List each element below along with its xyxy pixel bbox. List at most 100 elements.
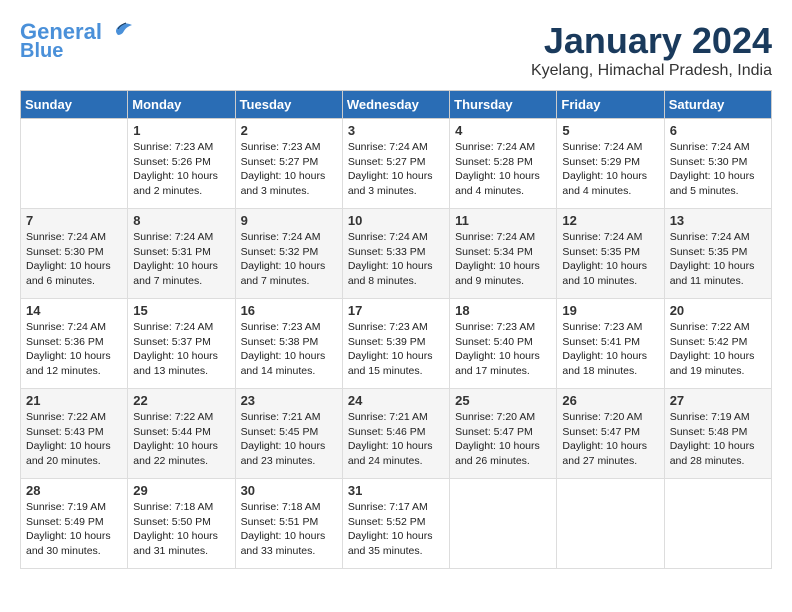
day-number: 10 [348,213,444,228]
day-header-thursday: Thursday [450,91,557,119]
day-info: Sunrise: 7:18 AMSunset: 5:51 PMDaylight:… [241,500,337,559]
calendar-cell: 29 Sunrise: 7:18 AMSunset: 5:50 PMDayligh… [128,479,235,569]
day-number: 6 [670,123,766,138]
calendar-cell: 30 Sunrise: 7:18 AMSunset: 5:51 PMDayligh… [235,479,342,569]
calendar-cell: 6 Sunrise: 7:24 AMSunset: 5:30 PMDaylight… [664,119,771,209]
day-number: 18 [455,303,551,318]
day-number: 29 [133,483,229,498]
page-header: General Blue January 2024 Kyelang, Himac… [20,20,772,80]
day-info: Sunrise: 7:19 AMSunset: 5:48 PMDaylight:… [670,410,766,469]
month-title: January 2024 [531,20,772,62]
calendar-cell: 22Sunrise: 7:22 AMSunset: 5:44 PMDayligh… [128,389,235,479]
day-info: Sunrise: 7:24 AMSunset: 5:35 PMDaylight:… [562,230,658,289]
day-info: Sunrise: 7:23 AMSunset: 5:26 PMDaylight:… [133,140,229,199]
day-number: 2 [241,123,337,138]
day-number: 21 [26,393,122,408]
day-info: Sunrise: 7:24 AMSunset: 5:32 PMDaylight:… [241,230,337,289]
day-header-tuesday: Tuesday [235,91,342,119]
day-info: Sunrise: 7:24 AMSunset: 5:33 PMDaylight:… [348,230,444,289]
day-number: 8 [133,213,229,228]
day-number: 17 [348,303,444,318]
day-number: 28 [26,483,122,498]
day-number: 27 [670,393,766,408]
week-row-1: 1Sunrise: 7:23 AMSunset: 5:26 PMDaylight… [21,119,772,209]
calendar-cell [450,479,557,569]
day-info: Sunrise: 7:20 AMSunset: 5:47 PMDaylight:… [455,410,551,469]
day-info: Sunrise: 7:24 AMSunset: 5:36 PMDaylight:… [26,320,122,379]
day-info: Sunrise: 7:24 AMSunset: 5:31 PMDaylight:… [133,230,229,289]
calendar-cell: 17 Sunrise: 7:23 AMSunset: 5:39 PMDayligh… [342,299,449,389]
day-info: Sunrise: 7:23 AMSunset: 5:41 PMDaylight:… [562,320,658,379]
day-number: 14 [26,303,122,318]
calendar-cell: 24Sunrise: 7:21 AMSunset: 5:46 PMDayligh… [342,389,449,479]
day-info: Sunrise: 7:24 AMSunset: 5:34 PMDaylight:… [455,230,551,289]
day-info: Sunrise: 7:23 AMSunset: 5:40 PMDaylight:… [455,320,551,379]
day-info: Sunrise: 7:20 AMSunset: 5:47 PMDaylight:… [562,410,658,469]
day-number: 26 [562,393,658,408]
calendar-cell: 1Sunrise: 7:23 AMSunset: 5:26 PMDaylight… [128,119,235,209]
logo-bird-icon [104,21,132,43]
calendar-cell: 26 Sunrise: 7:20 AMSunset: 5:47 PMDayligh… [557,389,664,479]
calendar-cell: 11 Sunrise: 7:24 AMSunset: 5:34 PMDayligh… [450,209,557,299]
calendar-header: SundayMondayTuesdayWednesdayThursdayFrid… [21,91,772,119]
day-info: Sunrise: 7:23 AMSunset: 5:27 PMDaylight:… [241,140,337,199]
calendar-cell: 16Sunrise: 7:23 AMSunset: 5:38 PMDayligh… [235,299,342,389]
day-info: Sunrise: 7:22 AMSunset: 5:42 PMDaylight:… [670,320,766,379]
location: Kyelang, Himachal Pradesh, India [531,62,772,80]
day-number: 11 [455,213,551,228]
calendar-cell: 31Sunrise: 7:17 AMSunset: 5:52 PMDayligh… [342,479,449,569]
day-info: Sunrise: 7:22 AMSunset: 5:43 PMDaylight:… [26,410,122,469]
calendar-cell: 14 Sunrise: 7:24 AMSunset: 5:36 PMDayligh… [21,299,128,389]
week-row-5: 28Sunrise: 7:19 AMSunset: 5:49 PMDayligh… [21,479,772,569]
day-header-monday: Monday [128,91,235,119]
day-info: Sunrise: 7:24 AMSunset: 5:35 PMDaylight:… [670,230,766,289]
calendar-cell: 5 Sunrise: 7:24 AMSunset: 5:29 PMDaylight… [557,119,664,209]
day-info: Sunrise: 7:24 AMSunset: 5:30 PMDaylight:… [26,230,122,289]
calendar-cell: 27 Sunrise: 7:19 AMSunset: 5:48 PMDayligh… [664,389,771,479]
day-number: 12 [562,213,658,228]
calendar-cell: 4Sunrise: 7:24 AMSunset: 5:28 PMDaylight… [450,119,557,209]
week-row-3: 14 Sunrise: 7:24 AMSunset: 5:36 PMDayligh… [21,299,772,389]
calendar-cell: 10 Sunrise: 7:24 AMSunset: 5:33 PMDayligh… [342,209,449,299]
day-number: 9 [241,213,337,228]
calendar-cell: 13 Sunrise: 7:24 AMSunset: 5:35 PMDayligh… [664,209,771,299]
calendar-cell: 8 Sunrise: 7:24 AMSunset: 5:31 PMDaylight… [128,209,235,299]
calendar-cell: 20 Sunrise: 7:22 AMSunset: 5:42 PMDayligh… [664,299,771,389]
day-number: 13 [670,213,766,228]
calendar-cell [664,479,771,569]
calendar-cell: 7 Sunrise: 7:24 AMSunset: 5:30 PMDaylight… [21,209,128,299]
day-info: Sunrise: 7:24 AMSunset: 5:29 PMDaylight:… [562,140,658,199]
day-number: 30 [241,483,337,498]
day-number: 7 [26,213,122,228]
day-info: Sunrise: 7:24 AMSunset: 5:37 PMDaylight:… [133,320,229,379]
calendar-cell: 23Sunrise: 7:21 AMSunset: 5:45 PMDayligh… [235,389,342,479]
week-row-4: 21 Sunrise: 7:22 AMSunset: 5:43 PMDayligh… [21,389,772,479]
day-number: 19 [562,303,658,318]
calendar-cell: 9 Sunrise: 7:24 AMSunset: 5:32 PMDaylight… [235,209,342,299]
day-info: Sunrise: 7:18 AMSunset: 5:50 PMDaylight:… [133,500,229,559]
day-header-saturday: Saturday [664,91,771,119]
calendar-cell: 18 Sunrise: 7:23 AMSunset: 5:40 PMDayligh… [450,299,557,389]
calendar-table: SundayMondayTuesdayWednesdayThursdayFrid… [20,90,772,569]
day-number: 23 [241,393,337,408]
day-number: 5 [562,123,658,138]
calendar-cell: 3Sunrise: 7:24 AMSunset: 5:27 PMDaylight… [342,119,449,209]
calendar-cell: 15Sunrise: 7:24 AMSunset: 5:37 PMDayligh… [128,299,235,389]
calendar-cell: 28Sunrise: 7:19 AMSunset: 5:49 PMDayligh… [21,479,128,569]
day-header-wednesday: Wednesday [342,91,449,119]
calendar-cell: 19 Sunrise: 7:23 AMSunset: 5:41 PMDayligh… [557,299,664,389]
calendar-cell: 2 Sunrise: 7:23 AMSunset: 5:27 PMDaylight… [235,119,342,209]
calendar-cell: 12 Sunrise: 7:24 AMSunset: 5:35 PMDayligh… [557,209,664,299]
day-number: 20 [670,303,766,318]
day-number: 3 [348,123,444,138]
day-info: Sunrise: 7:24 AMSunset: 5:30 PMDaylight:… [670,140,766,199]
day-info: Sunrise: 7:23 AMSunset: 5:39 PMDaylight:… [348,320,444,379]
header-row: SundayMondayTuesdayWednesdayThursdayFrid… [21,91,772,119]
calendar-cell: 25Sunrise: 7:20 AMSunset: 5:47 PMDayligh… [450,389,557,479]
day-header-sunday: Sunday [21,91,128,119]
calendar-cell [557,479,664,569]
day-info: Sunrise: 7:17 AMSunset: 5:52 PMDaylight:… [348,500,444,559]
calendar-cell [21,119,128,209]
day-info: Sunrise: 7:21 AMSunset: 5:46 PMDaylight:… [348,410,444,469]
day-number: 16 [241,303,337,318]
